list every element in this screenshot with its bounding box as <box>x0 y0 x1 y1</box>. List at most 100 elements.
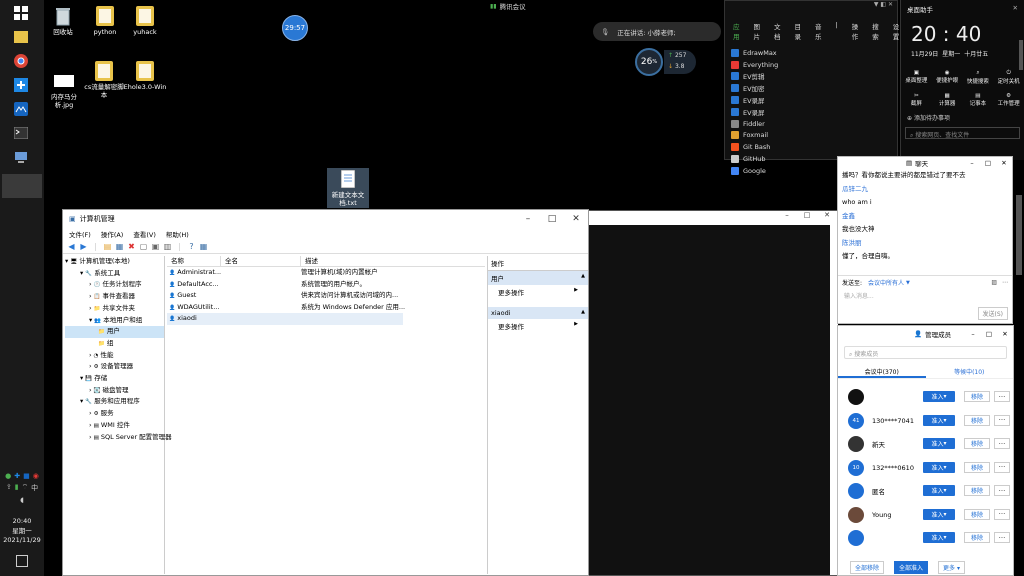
tree-node[interactable]: ▾ 💾 存储 <box>65 373 164 385</box>
tree-expander-icon[interactable]: › <box>89 386 94 394</box>
maximize-icon[interactable]: □ <box>980 159 996 167</box>
assistant-tool[interactable]: ⏻ 定时关机 <box>993 70 1024 85</box>
actions-section-xiaodi[interactable]: xiaodi ▲ <box>488 307 588 319</box>
minimize-icon[interactable]: – <box>965 330 981 338</box>
actions-more-2[interactable]: 更多操作 ▶ <box>488 319 588 333</box>
tree-expander-icon[interactable]: › <box>89 409 94 417</box>
tree-node[interactable]: ▾ 👥 本地用户和组 <box>65 315 164 327</box>
chat-sender-name[interactable]: 陈洪丽 <box>842 237 1012 251</box>
remove-button[interactable]: 移除 <box>964 532 990 543</box>
apps-tab[interactable]: 目录 <box>795 21 802 41</box>
actions-section-users[interactable]: 用户 ▲ <box>488 271 588 285</box>
tree-expander-icon[interactable]: › <box>89 433 94 441</box>
tray-app-icon[interactable]: ✚ <box>14 472 20 480</box>
show-tree-icon[interactable]: ▦ <box>115 242 124 251</box>
apps-panel-controls[interactable]: ▼ ◧ ✕ <box>725 1 899 10</box>
send-to-select[interactable]: 会议中所有人 <box>868 278 904 287</box>
tree-node[interactable]: ▾ 🔧 服务和应用程序 <box>65 396 164 408</box>
chat-sender-name[interactable]: 瓜锌二九 <box>842 183 1012 197</box>
members-more-button[interactable]: 更多 ▾ <box>938 560 965 574</box>
up-folder-icon[interactable]: ▤ <box>103 242 112 251</box>
assistant-scrollbar[interactable] <box>1019 40 1023 70</box>
app-list-item[interactable]: Git Bash <box>725 141 897 153</box>
explorer-icon[interactable] <box>12 28 30 46</box>
desktop-icon-cs-decrypt[interactable]: cs流量解密脚本 <box>82 60 126 100</box>
actions-more-1[interactable]: 更多操作 ▶ <box>488 285 588 299</box>
assistant-tool[interactable]: ⚙ 工作管理 <box>993 93 1024 107</box>
remove-button[interactable]: 移除 <box>964 508 990 520</box>
tray-usb-icon[interactable]: ⇪ <box>6 483 12 493</box>
tree-expander-icon[interactable]: › <box>89 304 94 312</box>
delete-icon[interactable]: ✖ <box>127 242 136 251</box>
tree-node[interactable]: › 🕑 任务计划程序 <box>65 279 164 291</box>
tree-expander-icon[interactable]: › <box>89 351 94 359</box>
assistant-tool[interactable]: ◉ 便捷护眼 <box>932 70 963 85</box>
menu-item[interactable]: 帮助(H) <box>166 229 189 239</box>
timer-badge[interactable]: 29:57 <box>282 15 308 41</box>
tray-volume-icon[interactable]: ◖ <box>20 496 24 504</box>
tree-node[interactable]: › 📁 共享文件夹 <box>65 303 164 315</box>
meeting-icon[interactable] <box>12 100 30 118</box>
minimize-icon[interactable]: – <box>516 214 540 224</box>
more-icon[interactable]: ··· <box>994 438 1010 449</box>
tree-node[interactable]: › ⚙ 设备管理器 <box>65 361 164 373</box>
apps-tab[interactable]: | <box>836 21 838 41</box>
table-row[interactable]: 👤 xiaodi <box>167 313 403 325</box>
app-list-item[interactable]: Everything <box>725 59 897 71</box>
assistant-tool[interactable]: ▣ 桌面整理 <box>901 70 932 85</box>
tab-in-meeting[interactable]: 会议中(370) <box>838 367 926 378</box>
apps-tab[interactable]: 应用 <box>733 21 740 41</box>
tray-wifi-icon[interactable]: ⌔ <box>22 483 29 493</box>
desktop-icon-ehole[interactable]: Ehole3.0-Win <box>122 60 168 92</box>
app-list-item[interactable]: EV录屏 <box>725 94 897 106</box>
table-row[interactable]: 👤 Guest 供来宾访问计算机或访问域的内... <box>167 290 485 302</box>
app-list-item[interactable]: EV剪辑 <box>725 71 897 83</box>
apps-tab[interactable]: 图片 <box>754 21 761 41</box>
members-search-input[interactable]: ⌕ 搜索成员 <box>844 346 1007 359</box>
tree-node[interactable]: › ▤ SQL Server 配置管理器 <box>65 432 172 444</box>
meeting-indicator[interactable]: ▮▮ 腾讯会议 <box>490 1 526 12</box>
remove-button[interactable]: 移除 <box>964 414 990 426</box>
column-fullname[interactable]: 全名 <box>221 256 301 266</box>
tree-node[interactable]: › ◔ 性能 <box>65 350 164 362</box>
menu-item[interactable]: 查看(V) <box>133 229 156 239</box>
more-icon[interactable]: ··· <box>994 485 1010 496</box>
column-description[interactable]: 描述 <box>301 256 485 266</box>
tree-node[interactable]: › ▤ WMI 控件 <box>65 420 164 432</box>
remove-button[interactable]: 移除 <box>964 461 990 473</box>
assistant-tool[interactable]: ▦ 计算器 <box>932 93 963 107</box>
export-icon[interactable]: ▥ <box>163 242 172 251</box>
tree-node[interactable]: › ⚙ 服务 <box>65 408 164 420</box>
app-list-item[interactable]: EV加密 <box>725 82 897 94</box>
assistant-tool[interactable]: ▤ 记事本 <box>963 93 994 107</box>
remove-all-button[interactable]: 全部移除 <box>850 560 885 574</box>
assistant-add-todo[interactable]: ⊕ 添加待办事项 <box>901 107 1024 122</box>
app-list-item[interactable]: EdrawMax <box>725 47 897 59</box>
close-icon[interactable]: ✕ <box>997 330 1013 338</box>
tab-waiting[interactable]: 等候中(10) <box>926 367 1014 378</box>
admit-button[interactable]: 准入 ▾ <box>923 508 955 520</box>
view-icon[interactable]: ▦ <box>199 242 208 251</box>
chat-sender-name[interactable]: 金鑫 <box>842 210 1012 224</box>
admit-button[interactable]: 准入 ▾ <box>923 485 955 496</box>
close-icon[interactable]: ✕ <box>564 214 588 224</box>
forward-icon[interactable]: ▶ <box>79 242 88 251</box>
desktop-icon-jpg[interactable]: 内存马分析.jpg <box>42 70 86 110</box>
assistant-tool[interactable]: ⌕ 快捷搜索 <box>963 70 994 85</box>
remove-button[interactable]: 移除 <box>964 485 990 496</box>
tree-node[interactable]: ▾ 🖥 计算机管理(本地) <box>65 256 164 268</box>
desktop-icon-python[interactable]: python <box>84 5 126 37</box>
back-icon[interactable]: ◀ <box>67 242 76 251</box>
taskbar-clock[interactable]: 20:40 星期一 2021/11/29 <box>0 517 44 546</box>
tree-node[interactable]: › 💽 磁盘管理 <box>65 385 164 397</box>
properties-icon[interactable]: ▢ <box>139 242 148 251</box>
admit-button[interactable]: 准入 ▾ <box>923 461 955 473</box>
active-task-highlight[interactable] <box>2 174 42 198</box>
tray-lang-icon[interactable]: 中 <box>31 483 38 493</box>
assistant-search-input[interactable]: ⌕ 搜索网页、查找文件 <box>905 127 1020 139</box>
maximize-icon[interactable]: □ <box>981 330 997 338</box>
more-icon[interactable]: ⋯ <box>1002 279 1008 286</box>
menu-item[interactable]: 操作(A) <box>101 229 124 239</box>
close-icon[interactable]: ✕ <box>996 159 1012 167</box>
table-row[interactable]: 👤 Administrat... 管理计算机(域)的内置帐户 <box>167 267 485 279</box>
